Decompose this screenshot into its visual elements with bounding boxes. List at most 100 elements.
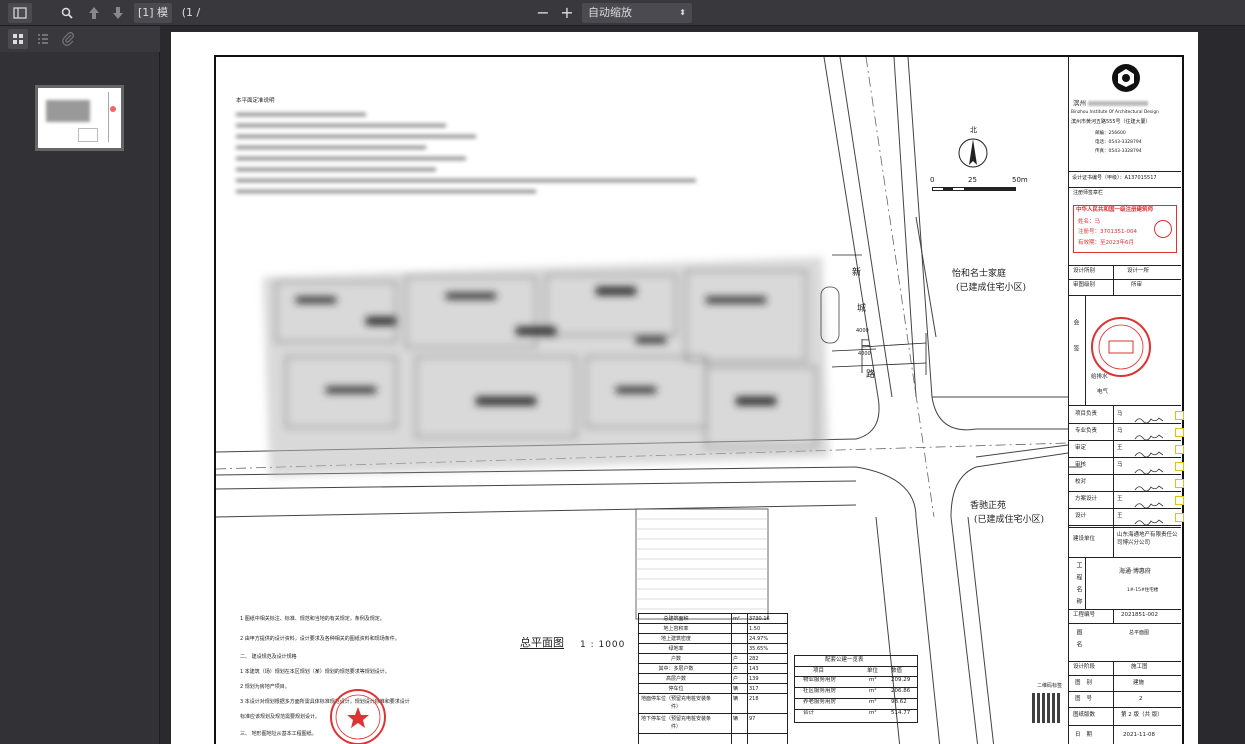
zoom-select[interactable]: 自动缩放 ⬍ xyxy=(582,3,692,23)
date-label: 日期 xyxy=(1075,732,1099,738)
annotation-marker[interactable] xyxy=(1175,496,1184,505)
facility-unit: m² xyxy=(869,677,877,683)
neighbor-1-name: 怡和名士家庭 xyxy=(952,269,1007,279)
econ-item: 停车位 xyxy=(668,686,684,692)
econ-unit: 户 xyxy=(733,676,739,682)
bottom-note-8: 三、 地形图地址从基本工程图纸。 xyxy=(240,731,317,737)
role-label: 方案设计 xyxy=(1075,496,1098,502)
street-char-2: 城 xyxy=(857,304,867,314)
role-label: 专业负责 xyxy=(1075,428,1098,434)
annotation-marker[interactable] xyxy=(1175,479,1184,488)
drawing-sheet: 本平面定准说明 北 0 25 50m 新 城 二 路 4000 4000 怡和名… xyxy=(214,55,1184,744)
role-label: 项目负责 xyxy=(1075,411,1098,417)
zoom-in-button[interactable]: + xyxy=(558,3,576,23)
econ-table-row: 地上建筑密度 24.97% xyxy=(639,634,787,644)
page-count: (1 / 1) xyxy=(181,6,201,39)
signature xyxy=(1133,478,1165,492)
qr-label: 二维码标签 xyxy=(1037,683,1063,689)
econ-table-row: 总建筑面积 m² 3730.16 xyxy=(639,614,787,624)
econ-item: 总建筑面积 xyxy=(663,616,689,622)
neighbor-2-name: 香驰正苑 xyxy=(970,501,1007,511)
institute-name: 滨州 xyxy=(1073,100,1148,107)
client: 山东海通地产有限责任公司博兴分公司 xyxy=(1117,532,1178,546)
sheet-no: 2 xyxy=(1139,696,1143,702)
page-number-field[interactable]: [1] 模型 xyxy=(134,3,172,39)
facility-unit: m² xyxy=(869,710,877,716)
annotation-marker[interactable] xyxy=(1175,411,1184,420)
thumbnails-tab[interactable] xyxy=(8,29,28,49)
econ-table-row: 停车位 辆 317 xyxy=(639,684,787,694)
annotation-marker[interactable] xyxy=(1175,513,1184,522)
stage: 施工图 xyxy=(1131,664,1148,670)
sidebar-tabs xyxy=(0,26,160,52)
dimension-4000-b: 4000 xyxy=(858,351,871,357)
econ-value: 218 xyxy=(749,696,759,702)
street-char-1: 新 xyxy=(852,268,862,278)
date: 2021-11-08 xyxy=(1123,732,1155,738)
institute-en: Binzhou Institute Of Architectural Desig… xyxy=(1071,110,1159,115)
signature xyxy=(1133,410,1165,424)
previous-page-button[interactable] xyxy=(84,3,104,23)
version-label: 图纸版数 xyxy=(1073,712,1096,718)
north-label: 北 xyxy=(970,126,977,134)
institute-address: 滨州市黄河五路555号（住建大厦） xyxy=(1071,119,1151,125)
seal-valid: 有效期：至2023年6月 xyxy=(1078,240,1134,246)
drawing-title: 总平面图 xyxy=(520,637,564,649)
zoom-out-button[interactable]: − xyxy=(534,3,552,23)
scale-bar: 0 25 50m xyxy=(928,177,1038,195)
search-button[interactable] xyxy=(56,3,78,23)
role-surname: 王 xyxy=(1117,496,1123,502)
document-viewer[interactable]: 本平面定准说明 北 0 25 50m 新 城 二 路 4000 4000 怡和名… xyxy=(161,26,1245,744)
sidebar-toggle-button[interactable] xyxy=(8,3,32,23)
bottom-note-4: 1 本建筑（场）规划在本区规划（某）规划的规范要求等规划设计。 xyxy=(240,669,390,675)
notes-text-blurred xyxy=(236,109,706,229)
architect-seal: 中华人民共和国一级注册建筑师 姓名：马 注册号：3701351-004 有效期：… xyxy=(1073,205,1177,253)
drawing-name: 总平面图 xyxy=(1129,630,1150,636)
attachments-tab[interactable] xyxy=(58,29,78,49)
econ-table-row: 绿地率 35.65% xyxy=(639,644,787,654)
annotation-marker[interactable] xyxy=(1175,428,1184,437)
street-char-4: 路 xyxy=(866,370,876,380)
econ-table-row: 地上容积率 1.50 xyxy=(639,624,787,634)
role-surname: 马 xyxy=(1117,462,1123,468)
annotation-marker[interactable] xyxy=(1175,445,1184,454)
signature xyxy=(1133,495,1165,509)
review-seal-stamp xyxy=(1091,317,1151,377)
role-surname: 王 xyxy=(1117,513,1123,519)
qr-code xyxy=(1032,693,1062,723)
sidebar xyxy=(0,26,160,744)
econ-item: 其中：多层户数 xyxy=(658,666,694,672)
econ-table-row: 地下停车位（预留充电桩安装条件） 辆 97 xyxy=(639,714,787,734)
role-surname: 马 xyxy=(1117,411,1123,417)
facility-header-item: 项目 xyxy=(813,668,825,674)
scale-bar-50: 50m xyxy=(1012,176,1028,184)
pdf-page: 本平面定准说明 北 0 25 50m 新 城 二 路 4000 4000 怡和名… xyxy=(171,32,1198,744)
econ-unit: 户 xyxy=(733,666,739,672)
econ-unit: m² xyxy=(733,616,740,622)
econ-value: 97 xyxy=(749,716,756,722)
next-page-button[interactable] xyxy=(108,3,128,23)
economic-indicators-table: 总建筑面积 m² 3730.16 地上容积率 1.50 地上建筑密度 24.97% 绿地率 35… xyxy=(638,613,788,744)
project-no: 2021851-002 xyxy=(1121,612,1158,618)
design-dept-label: 设计所别 xyxy=(1073,268,1096,274)
role-label: 审定 xyxy=(1075,445,1087,451)
seal-name: 姓名：马 xyxy=(1078,219,1101,225)
annotation-marker[interactable] xyxy=(1175,462,1184,471)
econ-item: 高层户数 xyxy=(665,676,686,682)
company-seal-stamp xyxy=(330,689,386,744)
econ-value: 282 xyxy=(749,656,759,662)
role-label: 审核 xyxy=(1075,462,1087,468)
discipline-label: 图别 xyxy=(1075,680,1099,686)
signature xyxy=(1133,427,1165,441)
econ-item: 地面停车位（预留充电桩安装条件） xyxy=(641,696,712,710)
project-label: 工程名称 xyxy=(1075,562,1082,610)
list-icon xyxy=(38,34,48,44)
version: 第 2 版（共 版） xyxy=(1121,712,1163,718)
econ-unit: 辆 xyxy=(733,716,739,722)
project-name: 海通·博惠府 xyxy=(1119,568,1151,575)
outline-tab[interactable] xyxy=(33,29,53,49)
facility-table-title: 配套公建一览表 xyxy=(825,657,864,663)
reg-seal-label: 注册师签章栏 xyxy=(1073,190,1104,196)
page-thumbnail[interactable] xyxy=(35,85,124,151)
neighbor-2-sub: (已建成住宅小区) xyxy=(974,515,1045,525)
